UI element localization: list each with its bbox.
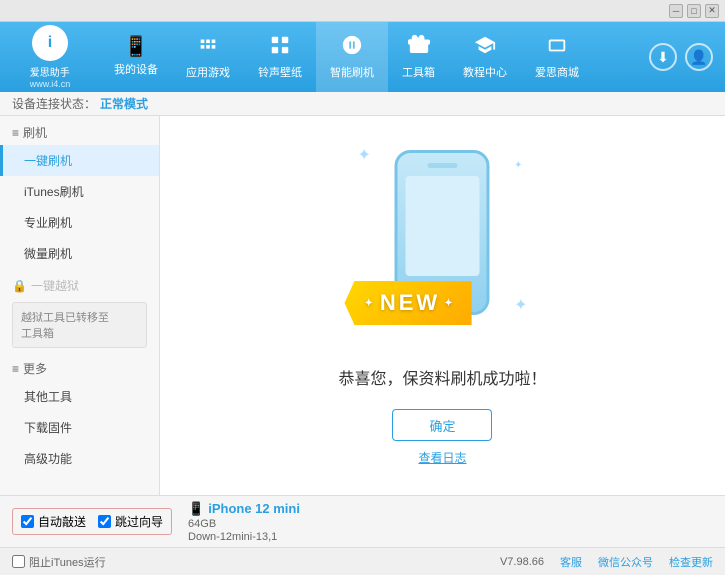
sidebar-item-advanced[interactable]: 高级功能 xyxy=(0,443,159,474)
section-title: 刷机 xyxy=(23,124,47,141)
section-title-more: 更多 xyxy=(23,360,47,377)
nav-items: 📱 我的设备 应用游戏 铃声壁纸 智能刷机 工具箱 xyxy=(100,22,645,92)
sidebar: ≡ 刷机 一键刷机 iTunes刷机 专业刷机 微量刷机 🔒 一键越狱 越狱工具… xyxy=(0,116,160,495)
footer-left: 阻止iTunes运行 xyxy=(12,554,106,570)
sidebar-item-micro-flash[interactable]: 微量刷机 xyxy=(0,238,159,269)
skip-wizard-checkbox[interactable]: 跳过向导 xyxy=(98,513,163,530)
auto-launch-label: 自动敲送 xyxy=(38,513,86,530)
sidebar-item-download-firmware[interactable]: 下载固件 xyxy=(0,412,159,443)
status-label: 设备连接状态： xyxy=(12,95,96,112)
nav-right: ⬇ 👤 xyxy=(645,22,725,92)
sidebar-item-pro-flash[interactable]: 专业刷机 xyxy=(0,207,159,238)
title-bar: ─ □ ✕ xyxy=(0,0,725,22)
logo-area: i 爱思助手 www.i4.cn xyxy=(0,22,100,92)
nav-tutorials[interactable]: 教程中心 xyxy=(449,22,521,92)
confirm-button[interactable]: 确定 xyxy=(392,409,492,441)
lock-icon: 🔒 xyxy=(12,279,27,293)
nav-toolbox[interactable]: 工具箱 xyxy=(388,22,449,92)
jailbreak-notice: 越狱工具已转移至 工具箱 xyxy=(12,302,147,348)
user-button[interactable]: 👤 xyxy=(685,43,713,71)
nav-toolbox-label: 工具箱 xyxy=(402,64,435,80)
maximize-button[interactable]: □ xyxy=(687,4,701,18)
main-area: ≡ 刷机 一键刷机 iTunes刷机 专业刷机 微量刷机 🔒 一键越狱 越狱工具… xyxy=(0,116,725,495)
section-title-jailbreak: 一键越狱 xyxy=(31,277,79,294)
nav-ringtones[interactable]: 铃声壁纸 xyxy=(244,22,316,92)
device-icon: 📱 xyxy=(188,501,204,517)
nav-apps-games[interactable]: 应用游戏 xyxy=(172,22,244,92)
skip-wizard-input[interactable] xyxy=(98,515,111,528)
bottom-area: 自动敲送 跳过向导 📱 iPhone 12 mini 64GB Down-12m… xyxy=(0,495,725,547)
auto-launch-checkbox[interactable]: 自动敲送 xyxy=(21,513,86,530)
new-badge: ✦ NEW ✦ xyxy=(344,281,471,325)
nav-smart-flash[interactable]: 智能刷机 xyxy=(316,22,388,92)
phone-container: ✦ ✦ ✦ ✦ NEW ✦ 恭喜您，保资料刷机 xyxy=(338,145,546,466)
my-device-icon: 📱 xyxy=(124,37,149,57)
section-icon: ≡ xyxy=(12,126,19,140)
sidebar-section-more: ≡ 更多 xyxy=(0,352,159,381)
smart-flash-icon xyxy=(341,34,363,60)
aisi-store-icon xyxy=(546,34,568,60)
block-itunes-label: 阻止iTunes运行 xyxy=(29,554,106,570)
status-value: 正常模式 xyxy=(100,95,148,112)
phone-speaker xyxy=(427,163,457,168)
sparkle-2: ✦ xyxy=(514,160,522,171)
version-label: V7.98.66 xyxy=(500,556,544,568)
device-firmware: Down-12mini-13,1 xyxy=(188,531,300,543)
nav-smart-flash-label: 智能刷机 xyxy=(330,64,374,80)
nav-apps-label: 应用游戏 xyxy=(186,64,230,80)
wechat-link[interactable]: 微信公众号 xyxy=(598,554,653,570)
header: i 爱思助手 www.i4.cn 📱 我的设备 应用游戏 铃声壁纸 智能 xyxy=(0,22,725,92)
status-bar: 设备连接状态： 正常模式 xyxy=(0,92,725,116)
bottom-checkboxes: 自动敲送 跳过向导 xyxy=(12,508,172,535)
nav-ringtones-label: 铃声壁纸 xyxy=(258,64,302,80)
phone-illustration: ✦ ✦ ✦ ✦ NEW ✦ xyxy=(352,145,532,345)
download-button[interactable]: ⬇ xyxy=(649,43,677,71)
sidebar-item-one-click-flash[interactable]: 一键刷机 xyxy=(0,145,159,176)
sidebar-item-other-tools[interactable]: 其他工具 xyxy=(0,381,159,412)
view-log-link[interactable]: 查看日志 xyxy=(418,449,466,466)
ringtones-icon xyxy=(269,34,291,60)
sidebar-section-jailbreak: 🔒 一键越狱 xyxy=(0,269,159,298)
new-badge-container: ✦ NEW ✦ xyxy=(344,281,471,325)
apps-games-icon xyxy=(197,34,219,60)
sidebar-section-flash: ≡ 刷机 xyxy=(0,116,159,145)
close-button[interactable]: ✕ xyxy=(705,4,719,18)
device-info: 📱 iPhone 12 mini 64GB Down-12mini-13,1 xyxy=(188,501,300,543)
device-capacity: 64GB xyxy=(188,518,300,530)
phone-screen xyxy=(405,176,479,276)
logo-icon: i xyxy=(32,25,68,61)
auto-launch-input[interactable] xyxy=(21,515,34,528)
logo-text: 爱思助手 www.i4.cn xyxy=(30,64,71,89)
content-area: ✦ ✦ ✦ ✦ NEW ✦ 恭喜您，保资料刷机 xyxy=(160,116,725,495)
sidebar-item-itunes-flash[interactable]: iTunes刷机 xyxy=(0,176,159,207)
nav-my-device-label: 我的设备 xyxy=(114,61,158,77)
skip-wizard-label: 跳过向导 xyxy=(115,513,163,530)
device-name: 📱 iPhone 12 mini xyxy=(188,501,300,517)
toolbox-icon xyxy=(408,34,430,60)
check-update-link[interactable]: 检查更新 xyxy=(669,554,713,570)
footer-right: V7.98.66 客服 微信公众号 检查更新 xyxy=(500,554,713,570)
customer-service-link[interactable]: 客服 xyxy=(560,554,582,570)
nav-aisi-store-label: 爱思商城 xyxy=(535,64,579,80)
nav-tutorials-label: 教程中心 xyxy=(463,64,507,80)
nav-aisi-store[interactable]: 爱思商城 xyxy=(521,22,593,92)
sparkle-1: ✦ xyxy=(357,145,370,165)
footer-bar: 阻止iTunes运行 V7.98.66 客服 微信公众号 检查更新 xyxy=(0,547,725,575)
block-itunes-checkbox[interactable] xyxy=(12,555,25,568)
nav-my-device[interactable]: 📱 我的设备 xyxy=(100,22,172,92)
success-text: 恭喜您，保资料刷机成功啦！ xyxy=(338,365,546,389)
tutorials-icon xyxy=(474,34,496,60)
more-icon: ≡ xyxy=(12,362,19,376)
sparkle-3: ✦ xyxy=(514,295,527,315)
minimize-button[interactable]: ─ xyxy=(669,4,683,18)
